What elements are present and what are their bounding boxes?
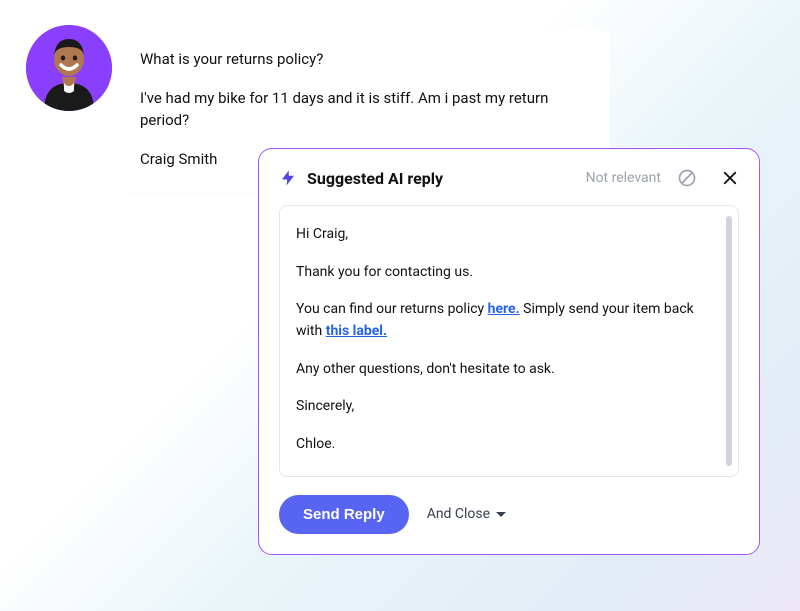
chevron-down-icon [496,512,506,517]
close-icon[interactable] [721,169,739,187]
returns-policy-link[interactable]: here. [488,301,520,317]
reply-title: Suggested AI reply [307,169,576,188]
reply-line: Thank you for contacting us. [296,262,720,284]
avatar [26,25,112,111]
and-close-dropdown[interactable]: And Close [427,506,506,522]
reply-body[interactable]: Hi Craig, Thank you for contacting us. Y… [279,205,739,477]
message-line: What is your returns policy? [140,48,590,71]
return-label-link[interactable]: this label. [326,323,387,339]
bolt-icon [279,167,297,189]
not-relevant-icon[interactable] [677,168,697,188]
reply-line: You can find our returns policy here. Si… [296,299,720,342]
send-reply-button[interactable]: Send Reply [279,495,409,534]
reply-closing: Sincerely, [296,396,720,418]
reply-footer: Send Reply And Close [279,495,739,534]
suggested-reply-panel: Suggested AI reply Not relevant Hi Craig… [258,148,760,555]
scrollbar-thumb[interactable] [726,216,732,466]
reply-line: Any other questions, don't hesitate to a… [296,359,720,381]
reply-greeting: Hi Craig, [296,224,720,246]
reply-signature: Chloe. [296,434,720,456]
not-relevant-label: Not relevant [586,170,661,186]
message-line: I've had my bike for 11 days and it is s… [140,87,590,132]
reply-header: Suggested AI reply Not relevant [279,167,739,189]
